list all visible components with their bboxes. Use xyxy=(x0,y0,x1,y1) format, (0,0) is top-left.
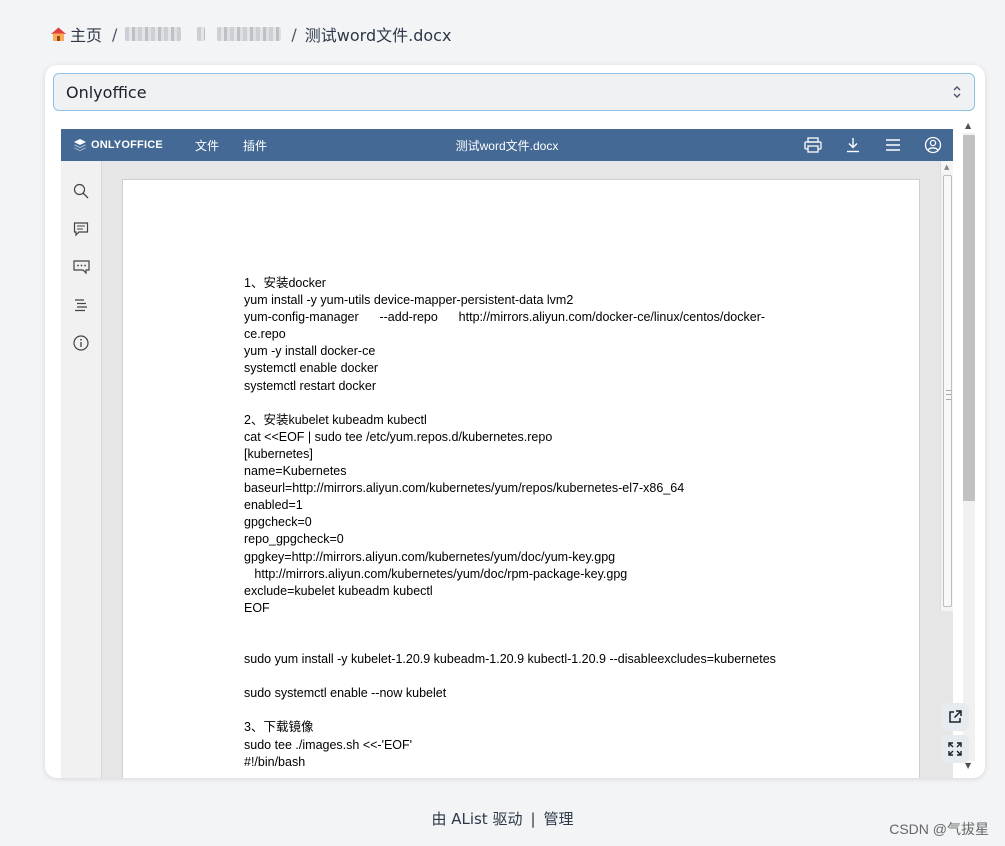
document-line: yum-config-manager --add-repo http://mir… xyxy=(244,310,766,325)
document-line: gpgcheck=0 xyxy=(244,515,312,530)
document-line: http://mirrors.aliyun.com/kubernetes/yum… xyxy=(244,566,628,581)
onlyoffice-logo-icon xyxy=(74,139,86,151)
scroll-up-arrow-icon[interactable]: ▲ xyxy=(965,121,971,130)
open-external-button[interactable] xyxy=(941,703,969,731)
document-line: sudo yum install -y kubelet-1.20.9 kubea… xyxy=(244,652,776,667)
breadcrumb-home[interactable]: 主页 xyxy=(50,22,102,46)
chat-icon[interactable] xyxy=(71,257,91,277)
document-line: exclude=kubelet kubeadm kubectl xyxy=(244,583,433,598)
document-title: 测试word文件.docx xyxy=(455,138,559,153)
document-line: sudo systemctl enable --now kubelet xyxy=(244,686,447,701)
footer-separator: | xyxy=(530,810,536,828)
document-line: [kubernetes] xyxy=(244,446,313,461)
external-link-icon xyxy=(949,710,962,723)
brand-label: ONLYOFFICE xyxy=(91,139,163,151)
editor-left-sidebar xyxy=(61,161,102,778)
document-line: gpgkey=http://mirrors.aliyun.com/kuberne… xyxy=(244,549,616,564)
document-line: 1、安装docker xyxy=(244,276,326,290)
menu-plugins[interactable]: 插件 xyxy=(243,129,267,161)
fullscreen-icon xyxy=(948,742,962,756)
document-line: yum -y install docker-ce xyxy=(244,344,376,359)
preview-scrollbar[interactable]: ▲ ▼ xyxy=(961,121,977,773)
document-line: ce.repo xyxy=(244,327,286,342)
onlyoffice-logo: ONLYOFFICE xyxy=(73,129,163,161)
breadcrumb-separator: / xyxy=(112,24,118,44)
document-scrollbar-thumb[interactable] xyxy=(943,175,952,607)
document-line: baseurl=http://mirrors.aliyun.com/kubern… xyxy=(244,481,685,496)
preview-scrollbar-thumb[interactable] xyxy=(963,135,975,501)
document-line: enabled=1 xyxy=(244,498,303,513)
powered-by-link[interactable]: 由 AList 驱动 xyxy=(431,810,522,828)
watermark: CSDN @气拔星 xyxy=(889,821,989,837)
navigation-icon[interactable] xyxy=(71,295,91,315)
search-icon[interactable] xyxy=(71,181,91,201)
scroll-up-arrow-icon[interactable]: ▲ xyxy=(944,163,949,171)
document-line: systemctl restart docker xyxy=(244,378,376,393)
document-line: #!/bin/bash xyxy=(244,754,306,769)
document-page: 1、安装docker yum install -y yum-utils devic… xyxy=(123,180,919,778)
comment-icon[interactable] xyxy=(71,219,91,239)
fullscreen-button[interactable] xyxy=(941,735,969,763)
breadcrumb-separator-redacted xyxy=(197,27,206,41)
document-line: yum install -y yum-utils device-mapper-p… xyxy=(244,293,574,308)
viewer-select-value: Onlyoffice xyxy=(66,82,147,102)
document-scrollbar[interactable]: ▲ xyxy=(940,161,953,611)
menu-file[interactable]: 文件 xyxy=(195,129,219,161)
document-line: sudo tee ./images.sh <<-'EOF' xyxy=(244,737,413,752)
scroll-down-arrow-icon[interactable]: ▼ xyxy=(965,761,971,770)
menu-icon[interactable] xyxy=(883,135,903,155)
document-line: repo_gpgcheck=0 xyxy=(244,532,344,547)
breadcrumb-item-redacted[interactable] xyxy=(217,27,282,41)
document-body: 1、安装docker yum install -y yum-utils devic… xyxy=(244,275,804,771)
chevron-updown-icon xyxy=(952,84,962,100)
print-icon[interactable] xyxy=(803,135,823,155)
download-icon[interactable] xyxy=(843,135,863,155)
viewer-select[interactable]: Onlyoffice xyxy=(53,73,975,111)
user-icon[interactable] xyxy=(923,135,943,155)
scroll-grip-icon xyxy=(946,390,951,400)
breadcrumb-separator: / xyxy=(291,24,297,44)
breadcrumb: 主页 / / 测试word文件.docx xyxy=(50,22,451,46)
onlyoffice-editor: ONLYOFFICE 文件 插件 测试word文件.docx 1、安装docke… xyxy=(61,129,953,778)
file-preview-card: Onlyoffice ONLYOFFICE 文件 插件 测试word文件.doc… xyxy=(45,65,985,778)
document-line: EOF xyxy=(244,600,270,615)
document-line: systemctl enable docker xyxy=(244,361,379,376)
document-line: name=Kubernetes xyxy=(244,464,347,479)
editor-header: ONLYOFFICE 文件 插件 测试word文件.docx xyxy=(61,129,953,161)
document-canvas[interactable]: 1、安装docker yum install -y yum-utils devic… xyxy=(102,161,953,778)
document-line: cat <<EOF | sudo tee /etc/yum.repos.d/ku… xyxy=(244,429,553,444)
breadcrumb-current-file[interactable]: 测试word文件.docx xyxy=(305,22,452,46)
home-icon xyxy=(51,27,66,41)
breadcrumb-item-redacted[interactable] xyxy=(125,27,182,41)
breadcrumb-home-label: 主页 xyxy=(70,26,103,45)
footer: 由 AList 驱动 | 管理 xyxy=(0,808,1005,829)
document-line: 2、安装kubelet kubeadm kubectl xyxy=(244,412,427,427)
document-line: 3、下载镜像 xyxy=(244,720,314,735)
info-icon[interactable] xyxy=(71,333,91,353)
manage-link[interactable]: 管理 xyxy=(544,810,574,828)
